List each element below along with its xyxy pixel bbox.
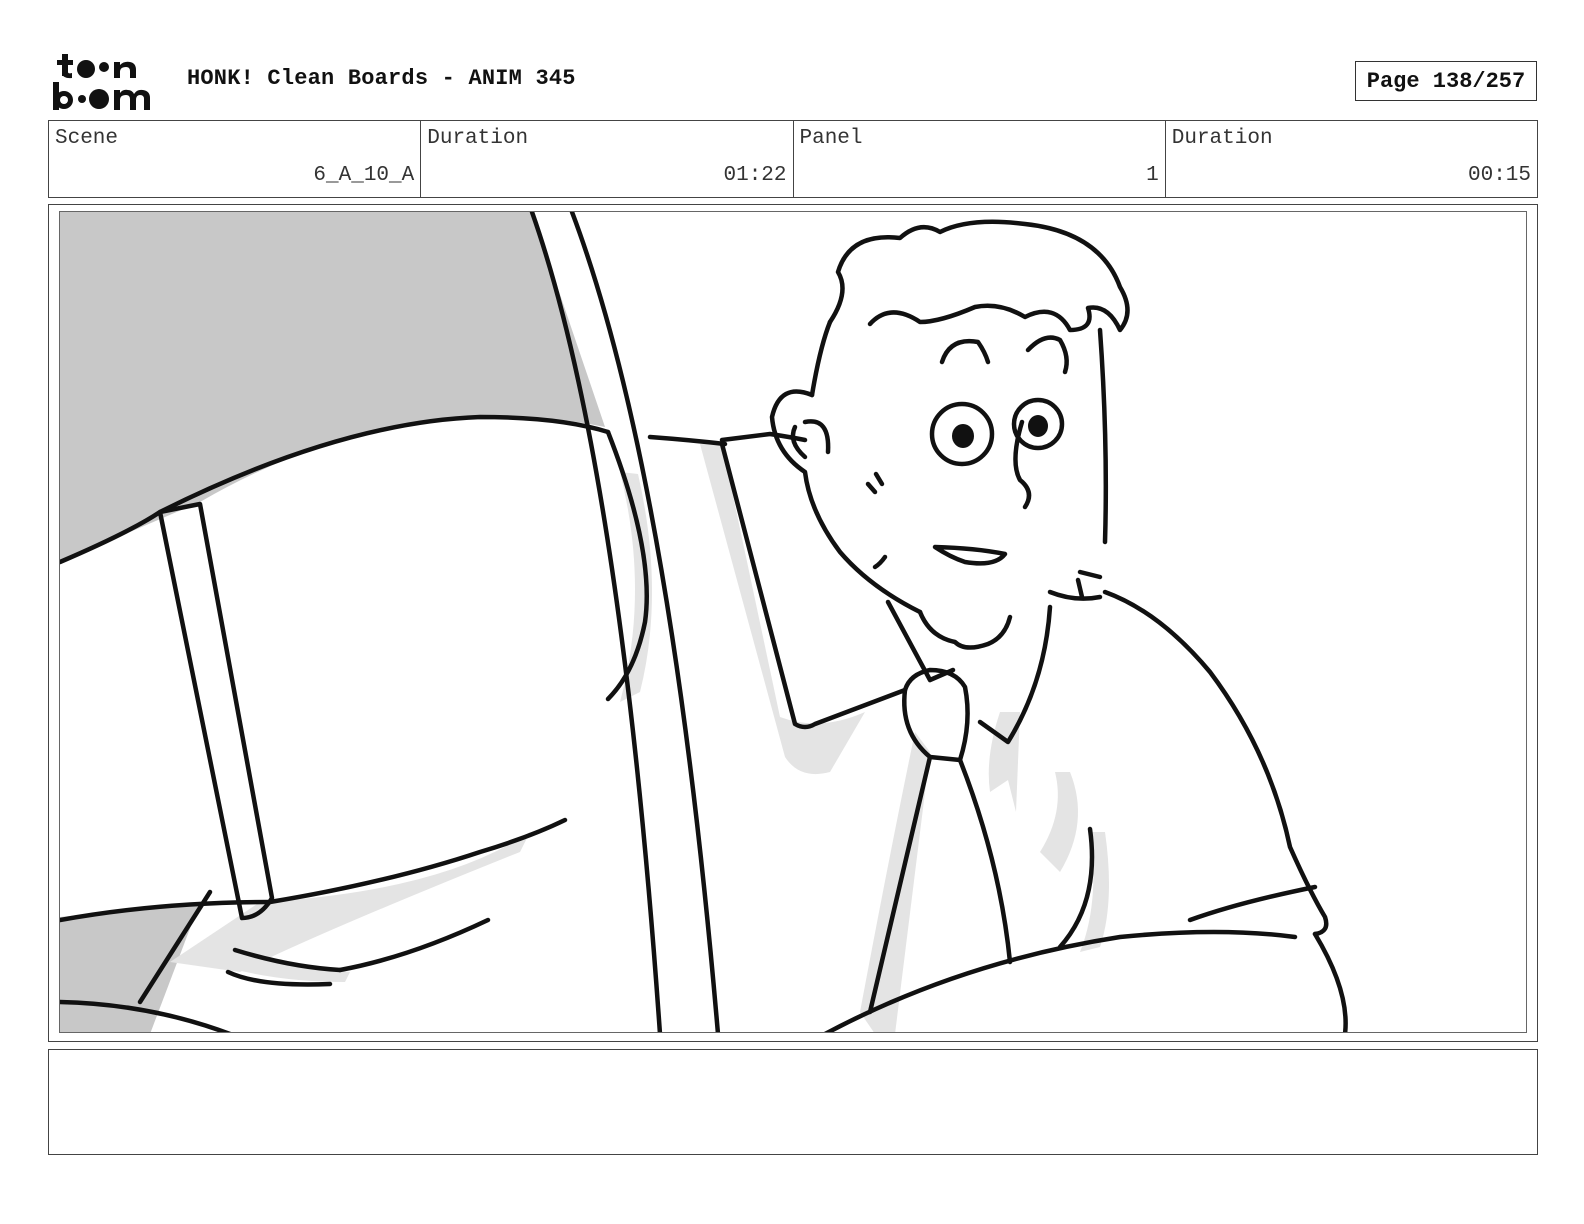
page-number-label: Page 138/257 bbox=[1366, 68, 1526, 94]
page-indicator: Page 138/257 bbox=[1355, 61, 1537, 101]
panel-cell: Panel 1 bbox=[794, 121, 1166, 197]
panel-value: 1 bbox=[1146, 164, 1159, 187]
scene-duration-value: 01:22 bbox=[723, 164, 787, 187]
toon-boom-logo bbox=[52, 50, 164, 112]
panel-notes-box bbox=[48, 1049, 1538, 1155]
scene-cell: Scene 6_A_10_A bbox=[49, 121, 422, 197]
storyboard-panel-frame bbox=[48, 204, 1538, 1042]
scene-value: 6_A_10_A bbox=[313, 164, 415, 187]
storyboard-drawing bbox=[59, 211, 1527, 1033]
scene-label: Scene bbox=[55, 127, 119, 150]
panel-duration-label: Duration bbox=[1171, 127, 1273, 150]
panel-info-table: Scene 6_A_10_A Duration 01:22 Panel 1 Du… bbox=[48, 120, 1538, 198]
panel-duration-value: 00:15 bbox=[1467, 164, 1531, 187]
panel-duration-cell: Duration 00:15 bbox=[1166, 121, 1537, 197]
panel-label: Panel bbox=[799, 127, 863, 150]
scene-duration-label: Duration bbox=[427, 127, 529, 150]
scene-duration-cell: Duration 01:22 bbox=[421, 121, 794, 197]
document-title: HONK! Clean Boards - ANIM 345 bbox=[187, 66, 576, 91]
